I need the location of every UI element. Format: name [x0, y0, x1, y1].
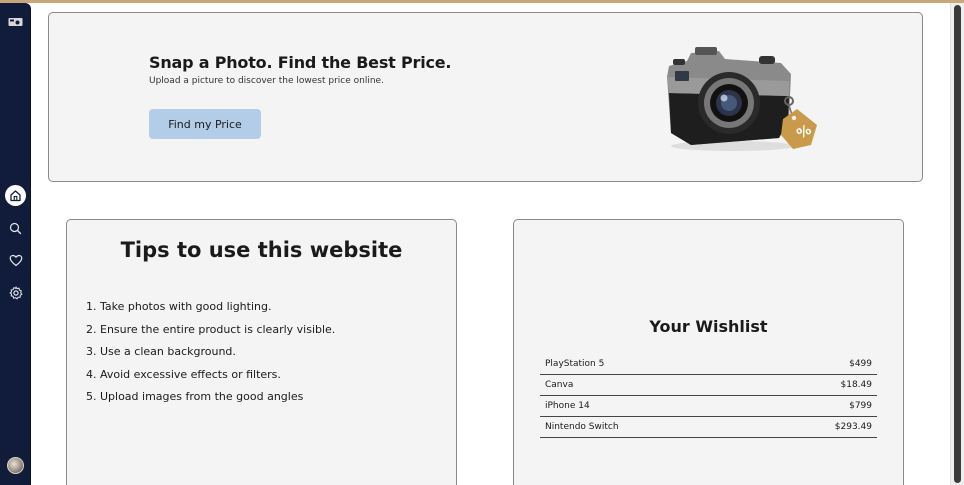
wishlist-card: Your Wishlist PlayStation 5 $499 Canva $… — [513, 219, 904, 485]
wishlist-item-name: PlayStation 5 — [545, 359, 605, 369]
wishlist-row[interactable]: Nintendo Switch $293.49 — [540, 417, 877, 438]
avatar[interactable] — [7, 457, 24, 474]
wishlist-item-name: iPhone 14 — [545, 401, 590, 411]
vertical-scrollbar[interactable] — [950, 3, 964, 485]
sidebar-item-home[interactable] — [5, 185, 26, 206]
hero-subtitle: Upload a picture to discover the lowest … — [149, 76, 384, 86]
camera-with-price-tag-icon: % — [661, 41, 821, 156]
wishlist-item-price: $18.49 — [840, 380, 873, 390]
wishlist-item-name: Nintendo Switch — [545, 422, 619, 432]
tip-item: 1. Take photos with good lighting. — [86, 300, 272, 313]
tips-card: Tips to use this website 1. Take photos … — [66, 219, 457, 485]
wishlist-item-name: Canva — [545, 380, 574, 390]
wishlist-item-price: $799 — [849, 401, 872, 411]
wishlist-row[interactable]: PlayStation 5 $499 — [540, 354, 877, 375]
home-icon — [10, 190, 21, 202]
heart-icon — [9, 254, 22, 267]
sidebar-item-settings[interactable] — [5, 282, 26, 303]
scrollbar-thumb[interactable] — [954, 5, 961, 483]
logo-icon[interactable] — [8, 17, 23, 27]
wishlist-table: PlayStation 5 $499 Canva $18.49 iPhone 1… — [540, 354, 877, 438]
tip-item: 4. Avoid excessive effects or filters. — [86, 367, 281, 381]
wishlist-title: Your Wishlist — [649, 317, 768, 336]
search-icon — [9, 222, 22, 235]
sidebar-item-search[interactable] — [5, 218, 26, 239]
wishlist-item-price: $293.49 — [834, 422, 872, 432]
sidebar-item-wishlist[interactable] — [5, 250, 26, 271]
tips-list: 1. Take photos with good lighting. 2. En… — [86, 299, 335, 412]
wishlist-row[interactable]: iPhone 14 $799 — [540, 396, 877, 417]
tip-item: 3. Use a clean background. — [86, 345, 236, 358]
wishlist-item-price: $499 — [849, 359, 872, 369]
hero-banner: Snap a Photo. Find the Best Price. Uploa… — [48, 12, 923, 182]
app-window: Snap a Photo. Find the Best Price. Uploa… — [0, 3, 964, 485]
gear-icon — [9, 286, 22, 299]
tip-item: 5. Upload images from the good angles — [86, 390, 304, 403]
tip-item: 2. Ensure the entire product is clearly … — [86, 322, 336, 336]
wishlist-row[interactable]: Canva $18.49 — [540, 375, 877, 396]
find-my-price-button[interactable]: Find my Price — [149, 109, 261, 139]
tips-title: Tips to use this website — [120, 238, 403, 262]
sidebar — [0, 3, 31, 485]
hero-title: Snap a Photo. Find the Best Price. — [149, 53, 452, 72]
